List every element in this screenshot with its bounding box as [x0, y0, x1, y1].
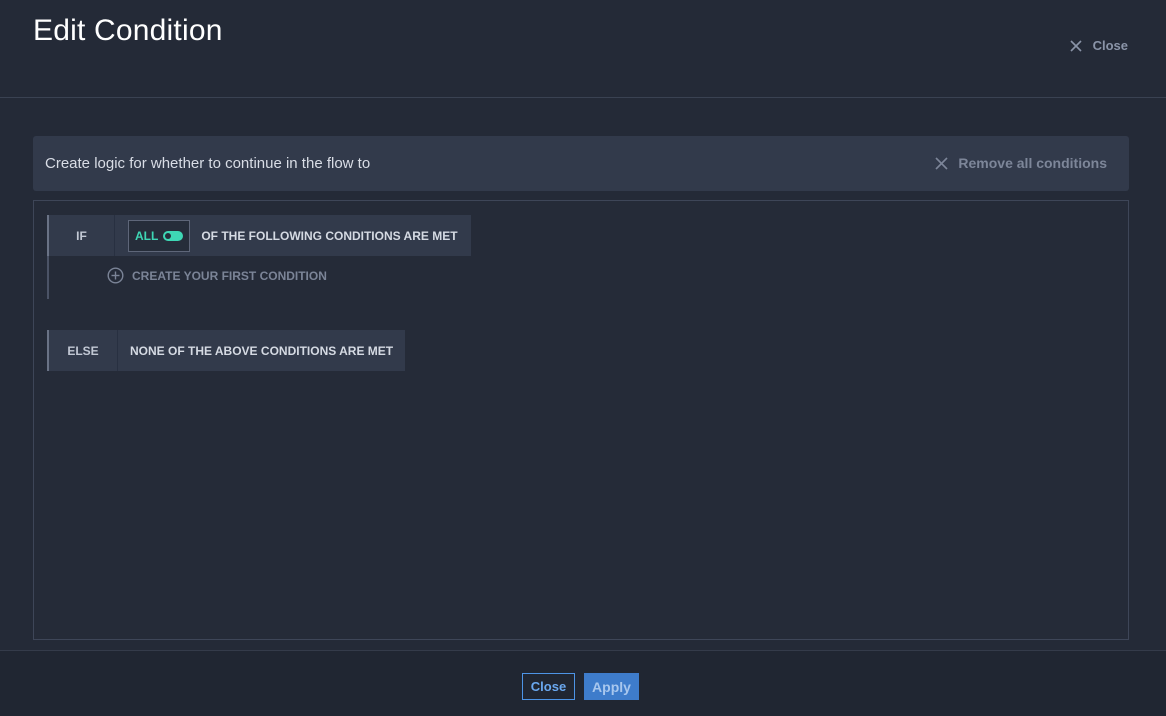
if-condition-text: OF THE FOLLOWING CONDITIONS ARE MET	[201, 228, 458, 243]
all-any-toggle[interactable]: ALL	[128, 219, 191, 252]
create-first-condition-button[interactable]: CREATE YOUR FIRST CONDITION	[107, 267, 327, 284]
if-condition-header: ALL OF THE FOLLOWING CONDITIONS ARE MET	[115, 215, 471, 256]
toggle-switch-icon	[163, 230, 184, 241]
banner-text: Create logic for whether to continue in …	[45, 155, 371, 172]
toggle-knob	[165, 232, 172, 239]
apply-button[interactable]: Apply	[584, 673, 639, 700]
close-icon	[934, 156, 949, 171]
modal-footer: Close Apply	[0, 650, 1166, 716]
all-toggle-label: ALL	[135, 228, 159, 243]
condition-editor: IF ALL OF THE FOLLOWING CONDITIONS ARE M…	[33, 200, 1129, 640]
page-title: Edit Condition	[33, 14, 223, 47]
header-close-button[interactable]: Close	[1069, 38, 1128, 53]
remove-all-conditions-button[interactable]: Remove all conditions	[934, 155, 1107, 171]
if-block: IF ALL OF THE FOLLOWING CONDITIONS ARE M…	[47, 215, 471, 256]
close-icon	[1069, 39, 1083, 53]
info-banner: Create logic for whether to continue in …	[33, 136, 1129, 191]
else-block: ELSE NONE OF THE ABOVE CONDITIONS ARE ME…	[47, 330, 406, 371]
plus-circle-icon	[107, 267, 124, 284]
modal-header: Edit Condition Close	[0, 0, 1166, 98]
remove-all-label: Remove all conditions	[958, 155, 1107, 171]
else-label: ELSE	[49, 330, 118, 371]
if-label: IF	[49, 215, 115, 256]
create-first-condition-label: CREATE YOUR FIRST CONDITION	[132, 268, 327, 283]
else-condition-text: NONE OF THE ABOVE CONDITIONS ARE MET	[130, 343, 394, 358]
header-close-label: Close	[1092, 38, 1128, 53]
close-button[interactable]: Close	[522, 673, 575, 700]
